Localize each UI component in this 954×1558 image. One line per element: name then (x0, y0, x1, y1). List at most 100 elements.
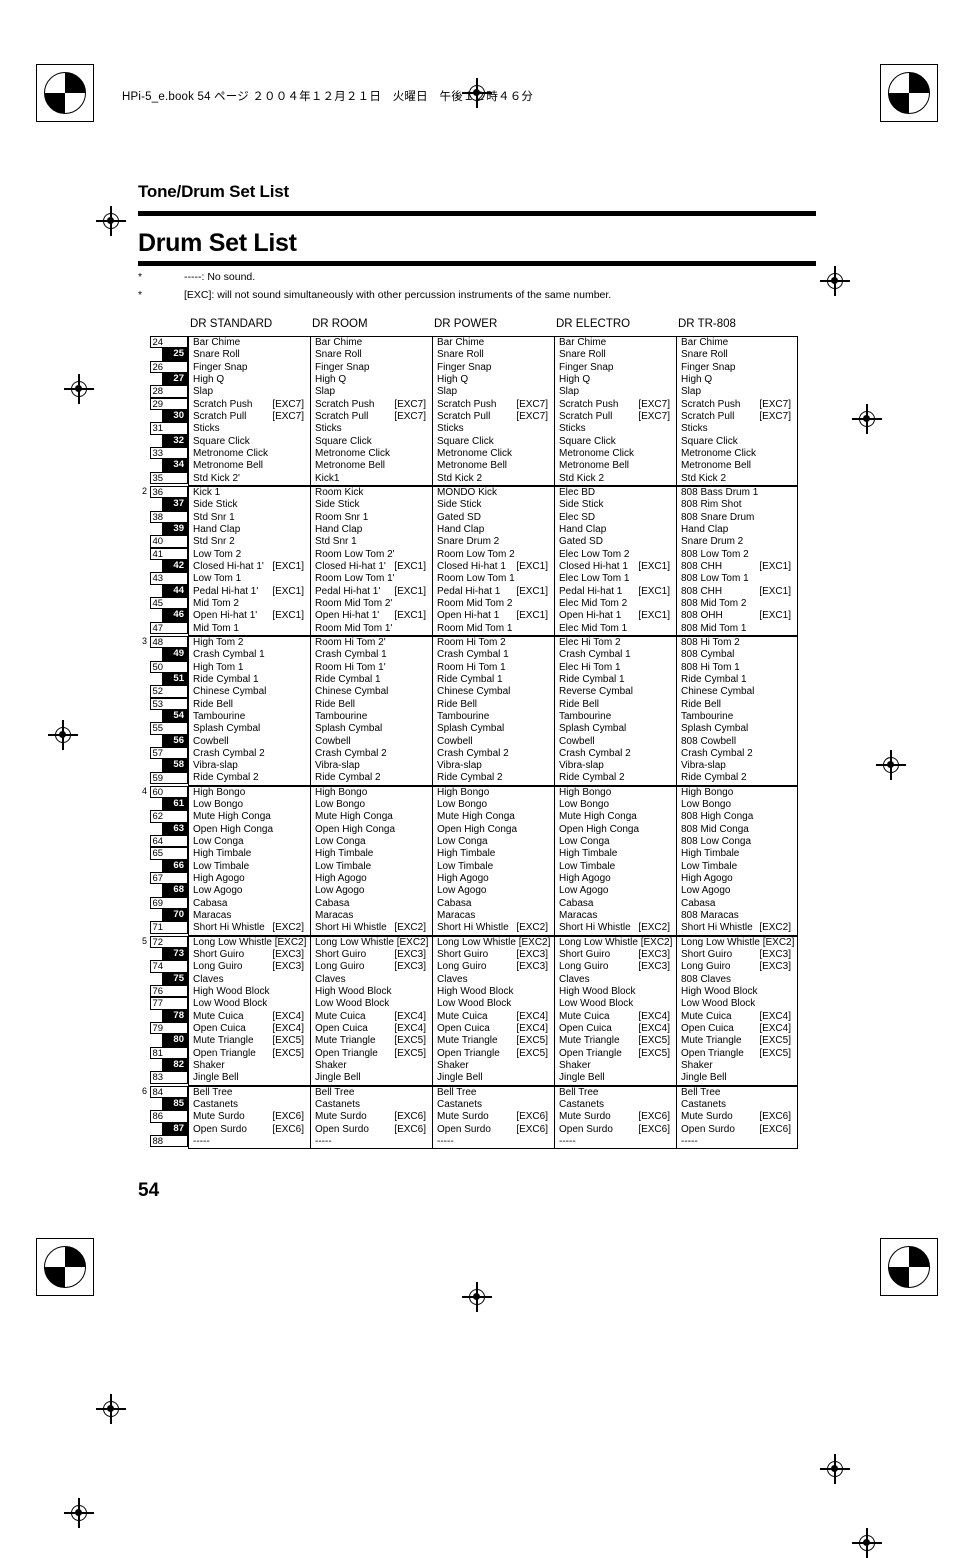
white-key-83[interactable]: 83 (150, 1071, 188, 1084)
white-key-38[interactable]: 38 (150, 510, 188, 523)
white-key-29[interactable]: 29 (150, 397, 188, 410)
exclusive-group-tag: [EXC7] (516, 398, 548, 410)
instrument-name: 808 Claves (681, 973, 732, 985)
drum-set-column-5: Bar Chime Snare Roll Finger Snap High Q Slap… (676, 336, 798, 486)
white-key-71[interactable]: 71 (150, 921, 188, 934)
white-key-57[interactable]: 57 (150, 746, 188, 760)
white-key-35[interactable]: 35 (150, 471, 188, 484)
white-key-62[interactable]: 62 (150, 810, 188, 823)
black-key-42[interactable]: 42 (162, 559, 188, 573)
instrument-name: 808 Maracas (681, 910, 739, 922)
black-key-46[interactable]: 46 (162, 609, 188, 622)
white-key-43[interactable]: 43 (150, 572, 188, 585)
white-key-55[interactable]: 55 (150, 722, 188, 735)
white-key-69[interactable]: 69 (150, 896, 188, 910)
drum-set-column-1: Bell Tree Castanets Mute Surdo [EXC6] Open S… (188, 1085, 310, 1150)
black-key-87[interactable]: 87 (162, 1122, 188, 1135)
white-key-67[interactable]: 67 (150, 872, 188, 885)
black-key-34[interactable]: 34 (162, 459, 188, 472)
white-key-64[interactable]: 64 (150, 835, 188, 848)
black-key-78[interactable]: 78 (162, 1009, 188, 1023)
exclusive-group-tag: [EXC6] (272, 1111, 304, 1123)
white-key-53[interactable]: 53 (150, 697, 188, 710)
black-key-27[interactable]: 27 (162, 372, 188, 386)
instrument-name: Scratch Pull (681, 410, 735, 422)
black-key-44[interactable]: 44 (162, 584, 188, 597)
white-key-26[interactable]: 26 (150, 360, 188, 373)
white-key-36[interactable]: 36 (150, 485, 188, 499)
instrument-name: Closed Hi-hat 1 (437, 560, 506, 572)
instrument-row: Room Kick (311, 487, 432, 499)
black-key-63[interactable]: 63 (162, 822, 188, 836)
instrument-name: Scratch Pull (193, 410, 247, 422)
instrument-row: Slap (677, 386, 797, 398)
exclusive-group-tag: [EXC7] (272, 398, 304, 410)
black-key-25[interactable]: 25 (162, 348, 188, 361)
instrument-name: Closed Hi-hat 1' (193, 560, 264, 572)
white-key-72[interactable]: 72 (150, 935, 188, 949)
instrument-name: High Bongo (437, 786, 490, 798)
white-key-40[interactable]: 40 (150, 535, 188, 548)
instrument-name: Short Guiro (437, 949, 489, 961)
instrument-name: 808 High Conga (681, 811, 754, 823)
instrument-row: Mute Triangle [EXC5] (555, 1035, 676, 1047)
white-key-60[interactable]: 60 (150, 785, 188, 799)
black-key-75[interactable]: 75 (162, 972, 188, 986)
black-key-51[interactable]: 51 (162, 672, 188, 686)
instrument-name: Scratch Push (681, 398, 741, 410)
black-key-80[interactable]: 80 (162, 1034, 188, 1047)
black-key-61[interactable]: 61 (162, 798, 188, 811)
instrument-row: Room Hi Tom 1 (433, 662, 554, 674)
white-key-79[interactable]: 79 (150, 1022, 188, 1035)
white-key-45[interactable]: 45 (150, 596, 188, 610)
white-key-86[interactable]: 86 (150, 1110, 188, 1123)
instrument-name: Room Snr 1 (315, 511, 369, 523)
instrument-row: Open Triangle [EXC5] (433, 1048, 554, 1060)
black-key-73[interactable]: 73 (162, 948, 188, 961)
white-key-74[interactable]: 74 (150, 960, 188, 973)
instrument-row: Cowbell (311, 736, 432, 748)
white-key-50[interactable]: 50 (150, 660, 188, 673)
black-key-54[interactable]: 54 (162, 709, 188, 723)
exclusive-group-tag: [EXC6] (759, 1123, 791, 1135)
instrument-name: Open High Conga (315, 823, 396, 835)
instrument-row: Pedal Hi-hat 1' [EXC1] (311, 586, 432, 598)
white-key-88[interactable]: 88 (150, 1135, 188, 1148)
white-key-52[interactable]: 52 (150, 685, 188, 698)
registration-cross-bottom-center (462, 1282, 492, 1312)
white-key-28[interactable]: 28 (150, 385, 188, 398)
white-key-84[interactable]: 84 (150, 1085, 188, 1099)
white-key-59[interactable]: 59 (150, 771, 188, 784)
exclusive-group-tag: [EXC4] (272, 1010, 304, 1022)
black-key-30[interactable]: 30 (162, 409, 188, 423)
instrument-name: Mute Cuica (437, 1010, 488, 1022)
white-key-81[interactable]: 81 (150, 1046, 188, 1060)
black-key-32[interactable]: 32 (162, 434, 188, 447)
instrument-row: Std Snr 1 (311, 536, 432, 548)
black-key-68[interactable]: 68 (162, 884, 188, 897)
black-key-37[interactable]: 37 (162, 498, 188, 511)
black-key-66[interactable]: 66 (162, 859, 188, 873)
black-key-85[interactable]: 85 (162, 1098, 188, 1111)
white-key-number: 88 (152, 1136, 164, 1147)
white-key-33[interactable]: 33 (150, 446, 188, 460)
white-key-41[interactable]: 41 (150, 547, 188, 560)
black-key-70[interactable]: 70 (162, 909, 188, 922)
white-key-47[interactable]: 47 (150, 621, 188, 634)
black-key-56[interactable]: 56 (162, 734, 188, 747)
white-key-77[interactable]: 77 (150, 997, 188, 1010)
white-key-65[interactable]: 65 (150, 847, 188, 860)
black-key-58[interactable]: 58 (162, 759, 188, 772)
black-key-82[interactable]: 82 (162, 1059, 188, 1072)
white-key-31[interactable]: 31 (150, 422, 188, 435)
white-key-24[interactable]: 24 (150, 336, 188, 349)
column-header-dr-power: DR POWER (434, 318, 498, 330)
black-key-39[interactable]: 39 (162, 522, 188, 536)
instrument-row: Finger Snap (311, 362, 432, 374)
instrument-name: Vibra-slap (559, 760, 604, 772)
white-key-48[interactable]: 48 (150, 635, 188, 649)
instrument-name: Splash Cymbal (315, 723, 383, 735)
white-key-76[interactable]: 76 (150, 985, 188, 998)
black-key-49[interactable]: 49 (162, 648, 188, 661)
instrument-name: Ride Cymbal 2 (315, 772, 381, 784)
